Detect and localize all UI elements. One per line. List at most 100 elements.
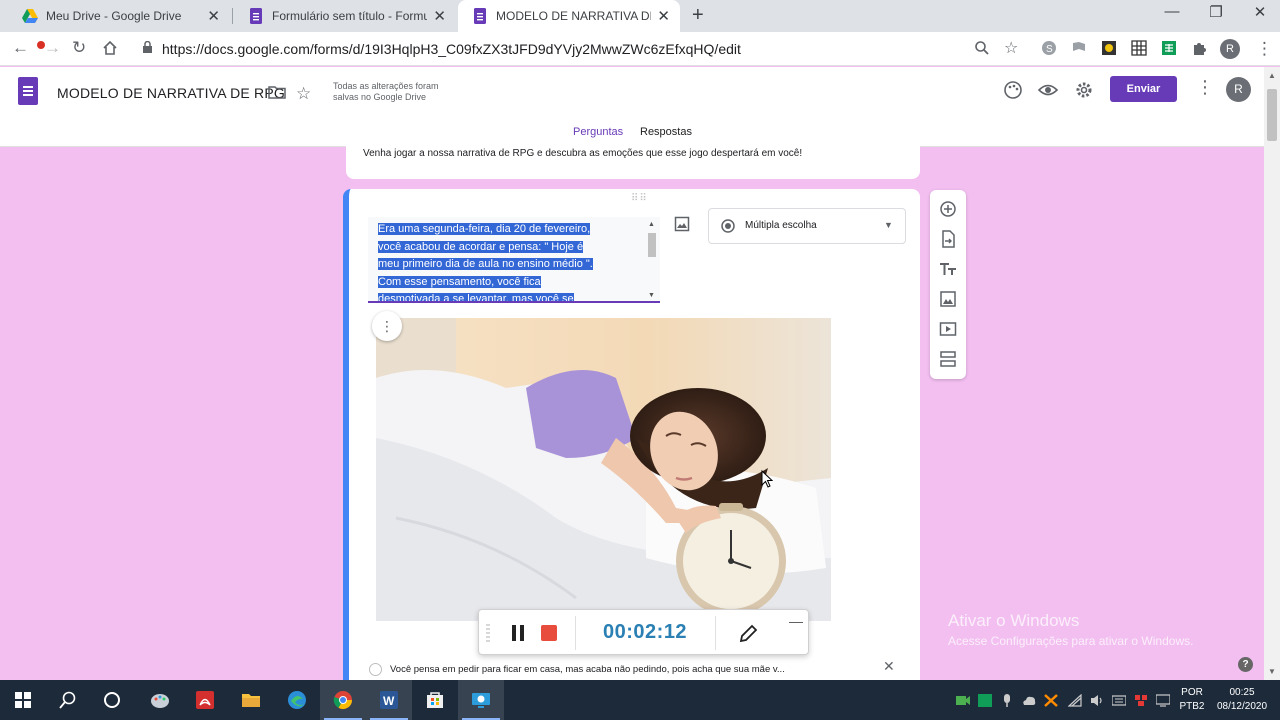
tab-respostas[interactable]: Respostas (640, 126, 692, 138)
more-options-icon[interactable]: ⋮ (1196, 77, 1214, 98)
file-explorer-folder-icon (242, 694, 260, 707)
browser-menu-icon[interactable]: ⋮ (1256, 39, 1273, 59)
zoom-icon[interactable] (974, 40, 990, 56)
search-button[interactable] (45, 680, 91, 720)
sheets-tray-icon[interactable] (978, 694, 992, 707)
close-tab-icon[interactable]: ✕ (433, 7, 446, 25)
textarea-scroll-thumb[interactable] (648, 233, 656, 257)
microphone-tray-icon[interactable] (1000, 694, 1014, 707)
cortana-button[interactable] (89, 680, 135, 720)
answer-option-text[interactable]: Você pensa em pedir para ficar em casa, … (390, 664, 785, 675)
form-description[interactable]: Venha jogar a nossa narrativa de RPG e d… (363, 148, 802, 159)
sheets-extension-icon[interactable] (1161, 40, 1177, 56)
grid-extension-icon[interactable] (1131, 40, 1147, 56)
scroll-up-arrow-icon[interactable]: ▲ (1268, 71, 1276, 80)
flag-extension-icon[interactable] (1071, 40, 1087, 56)
wifi-tray-icon[interactable] (1068, 694, 1082, 707)
start-button[interactable] (0, 680, 46, 720)
drag-handle-icon[interactable]: ⠿⠿ (631, 193, 648, 204)
close-tab-icon[interactable]: ✕ (207, 7, 220, 25)
help-icon[interactable]: ? (1238, 657, 1253, 672)
antivirus-tray-icon[interactable] (1044, 694, 1058, 707)
settings-gear-icon[interactable] (1073, 79, 1095, 101)
add-video-icon[interactable] (939, 320, 957, 338)
browser-toolbar: ← → ↻ https://docs.google.com/forms/d/19… (0, 32, 1280, 66)
volume-tray-icon[interactable] (1090, 694, 1104, 707)
preview-eye-icon[interactable] (1037, 79, 1059, 101)
add-image-icon[interactable] (939, 290, 957, 308)
scroll-down-arrow-icon[interactable]: ▼ (648, 292, 655, 299)
taskbar-app-store[interactable] (412, 680, 458, 720)
question-type-label: Múltipla escolha (745, 220, 817, 231)
answer-option-row[interactable]: Você pensa em pedir para ficar em casa, … (369, 659, 899, 679)
account-avatar[interactable]: R (1226, 77, 1251, 102)
recorder-drag-grip[interactable] (486, 624, 490, 642)
reload-icon[interactable]: ↻ (72, 38, 86, 58)
minimize-recorder-icon[interactable]: — (789, 613, 803, 629)
google-forms-logo-icon[interactable] (18, 77, 38, 105)
screen-recorder-icon (472, 693, 490, 708)
taskbar-app-paint[interactable] (137, 680, 183, 720)
form-description-card[interactable]: Venha jogar a nossa narrativa de RPG e d… (346, 143, 920, 179)
display-tray-icon[interactable] (1156, 694, 1170, 707)
add-title-description-icon[interactable] (939, 260, 957, 278)
minimize-window-button[interactable]: — (1150, 3, 1194, 20)
close-tab-icon[interactable]: ✕ (657, 7, 670, 25)
pause-icon[interactable] (511, 625, 525, 641)
form-title[interactable]: MODELO DE NARRATIVA DE RPG (57, 85, 285, 101)
close-window-button[interactable]: ✕ (1238, 3, 1280, 21)
skype-extension-icon[interactable]: S (1041, 40, 1057, 56)
bookmark-star-icon[interactable]: ☆ (1004, 38, 1018, 58)
page-scrollbar[interactable]: ▲ ▼ (1264, 67, 1280, 680)
meet-tray-icon[interactable] (956, 694, 970, 707)
taskbar-app-file-explorer[interactable] (228, 680, 274, 720)
new-tab-button[interactable]: + (692, 4, 704, 27)
question-text[interactable]: Era uma segunda-feira, dia 20 de feverei… (378, 221, 620, 301)
profile-avatar[interactable]: R (1220, 39, 1240, 59)
question-text-line: Era uma segunda-feira, dia 20 de feverei… (378, 223, 591, 235)
recorder-extension-icon[interactable] (1101, 40, 1117, 56)
taskbar-app-acrobat[interactable] (182, 680, 228, 720)
onedrive-cloud-tray-icon[interactable] (1022, 694, 1036, 707)
scroll-down-arrow-icon[interactable]: ▼ (1268, 667, 1276, 676)
add-question-icon[interactable] (939, 200, 957, 218)
folder-icon[interactable] (268, 85, 286, 99)
maximize-window-button[interactable]: ❐ (1194, 3, 1238, 21)
extensions-puzzle-icon[interactable] (1191, 40, 1207, 56)
scrollbar-thumb[interactable] (1267, 89, 1277, 141)
home-icon[interactable] (102, 40, 118, 56)
taskbar-app-word[interactable]: W (366, 680, 412, 720)
browser-tab-untitled-form[interactable]: Formulário sem título - Formulários ✕ (234, 0, 456, 32)
scroll-up-arrow-icon[interactable]: ▲ (648, 221, 655, 228)
input-language-indicator[interactable]: POR PTB2 (1176, 686, 1208, 714)
question-type-dropdown[interactable]: Múltipla escolha ▼ (708, 208, 906, 244)
url-text: https://docs.google.com/forms/d/19I3Hqlp… (162, 41, 741, 57)
windows-taskbar: W POR PTB2 00:25 08/12/2020 (0, 680, 1280, 720)
add-section-icon[interactable] (939, 350, 957, 368)
import-questions-icon[interactable] (939, 230, 957, 248)
forward-arrow-icon[interactable]: → (44, 38, 61, 58)
acrobat-reader-icon (196, 691, 214, 709)
palette-icon[interactable] (1002, 79, 1024, 101)
browser-tab-rpg-form[interactable]: MODELO DE NARRATIVA DE RPG ✕ (458, 0, 680, 32)
image-options-button[interactable]: ⋮ (372, 311, 402, 341)
send-button[interactable]: Enviar (1110, 76, 1177, 102)
tab-perguntas[interactable]: Perguntas (573, 126, 623, 138)
stop-recording-button[interactable] (541, 625, 557, 641)
remove-option-icon[interactable]: ✕ (883, 658, 895, 675)
taskbar-app-edge[interactable] (274, 680, 320, 720)
browser-tab-drive[interactable]: Meu Drive - Google Drive ✕ (8, 0, 230, 32)
add-image-icon[interactable] (674, 216, 690, 232)
keyboard-tray-icon[interactable] (1112, 694, 1126, 707)
draw-pen-icon[interactable] (738, 624, 758, 644)
back-arrow-icon[interactable]: ← (12, 38, 29, 58)
address-bar[interactable]: https://docs.google.com/forms/d/19I3Hqlp… (136, 35, 1026, 63)
taskbar-app-recorder[interactable] (458, 680, 504, 720)
system-clock[interactable]: 00:25 08/12/2020 (1212, 686, 1272, 714)
network-tray-icon[interactable] (1134, 694, 1148, 707)
recorder-divider (575, 616, 576, 650)
taskbar-app-chrome[interactable] (320, 680, 366, 720)
question-text-field[interactable]: Era uma segunda-feira, dia 20 de feverei… (368, 217, 660, 303)
textarea-scrollbar[interactable]: ▲ ▼ (647, 221, 657, 299)
star-icon[interactable]: ☆ (296, 84, 311, 104)
